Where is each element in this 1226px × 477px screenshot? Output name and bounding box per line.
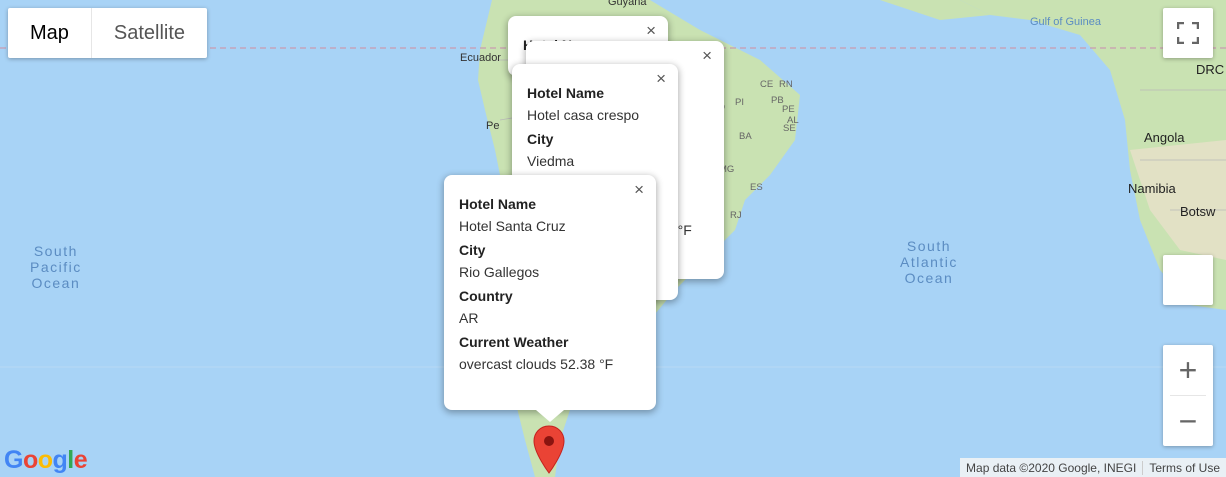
- close-icon[interactable]: ×: [634, 181, 644, 198]
- info-hotel-name-label: Hotel Name: [527, 85, 605, 101]
- fullscreen-button[interactable]: [1163, 8, 1213, 58]
- zoom-out-button[interactable]: −: [1163, 396, 1213, 446]
- label-state-se: SE: [783, 123, 796, 134]
- label-drc: DRC: [1196, 62, 1225, 77]
- map-marker-icon[interactable]: [532, 425, 566, 477]
- info-country-label: Country: [459, 288, 513, 304]
- info-city: Rio Gallegos: [459, 264, 540, 280]
- info-hotel-name: Hotel casa crespo: [527, 107, 640, 123]
- logo-letter: o: [37, 446, 53, 474]
- info-weather-label: Current Weather: [459, 334, 569, 350]
- zoom-in-button[interactable]: +: [1163, 345, 1213, 395]
- info-city-label: City: [527, 131, 554, 147]
- label-state-pe: PE: [782, 104, 795, 115]
- label-guyana: Guyana: [608, 0, 647, 8]
- info-city: Viedma: [527, 153, 575, 169]
- label-angola: Angola: [1144, 130, 1185, 145]
- info-city-label: City: [459, 242, 486, 258]
- label-south-pacific-ocean: South Pacific Ocean: [30, 243, 82, 291]
- label-ecuador: Ecuador: [460, 52, 501, 64]
- label-state-ba: BA: [739, 131, 752, 142]
- info-window-active[interactable]: × Hotel Name Hotel Santa Cruz City Rio G…: [444, 175, 656, 422]
- street-view-button[interactable]: [1163, 255, 1213, 305]
- label-state-es: ES: [750, 182, 763, 193]
- label-state-ce: CE: [760, 79, 774, 90]
- label-south-atlantic-ocean: South Atlantic Ocean: [900, 238, 958, 286]
- terms-of-use-link[interactable]: Terms of Use: [1143, 461, 1226, 475]
- label-peru: Pe: [486, 120, 500, 132]
- label-state-pi: PI: [735, 97, 744, 108]
- info-hotel-name: Hotel Santa Cruz: [459, 218, 566, 234]
- map-type-control: Map Satellite: [8, 8, 208, 58]
- close-icon[interactable]: ×: [702, 47, 712, 64]
- label-state-rn: RN: [779, 79, 793, 90]
- logo-letter: g: [52, 446, 68, 474]
- info-weather: overcast clouds 52.38 °F: [459, 356, 614, 372]
- info-hotel-name-label: Hotel Name: [459, 196, 537, 212]
- map-type-satellite-button[interactable]: Satellite: [92, 8, 207, 58]
- label-namibia: Namibia: [1128, 181, 1176, 196]
- close-icon[interactable]: ×: [656, 70, 666, 87]
- logo-letter: G: [4, 446, 23, 474]
- close-icon[interactable]: ×: [646, 22, 656, 39]
- map-canvas[interactable]: Guyana Ecuador Pe Gulf of Guinea DRC Ang…: [0, 0, 1226, 477]
- info-window-tail: [536, 410, 564, 422]
- logo-letter: o: [22, 446, 38, 474]
- zoom-control: + −: [1163, 345, 1213, 446]
- fullscreen-icon: [1177, 22, 1199, 44]
- info-country: AR: [459, 310, 479, 326]
- google-logo[interactable]: Google: [4, 446, 88, 475]
- attribution-bar: Map data ©2020 Google, INEGI Terms of Us…: [960, 458, 1226, 477]
- logo-letter: e: [73, 446, 88, 474]
- map-type-map-button[interactable]: Map: [8, 8, 92, 58]
- label-gulf-of-guinea: Gulf of Guinea: [1030, 16, 1101, 28]
- label-botswana: Botsw: [1180, 204, 1216, 219]
- label-state-rj: RJ: [730, 210, 742, 221]
- map-data-attribution: Map data ©2020 Google, INEGI: [966, 460, 1137, 475]
